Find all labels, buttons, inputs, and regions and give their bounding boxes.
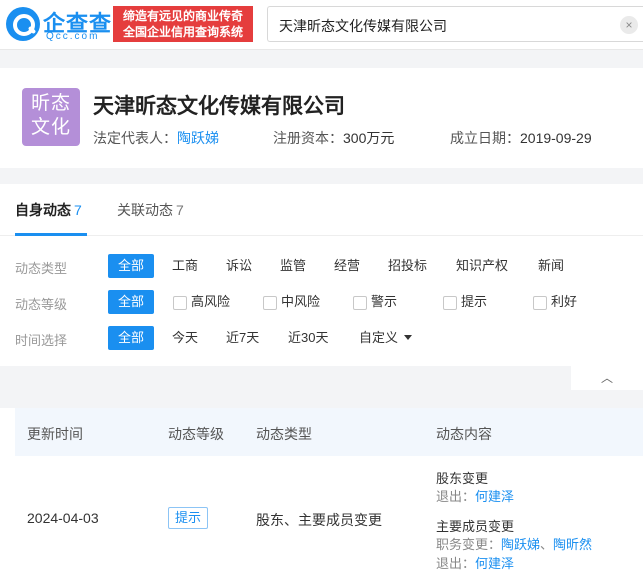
filter-level-label: 动态等级 [15,297,68,312]
col-type: 动态类型 [256,426,312,442]
search-input[interactable]: 天津昕态文化传媒有限公司 × [267,6,643,42]
tab-related-dynamics[interactable]: 关联动态 7 [117,200,184,220]
member-exit-person-link[interactable]: 何建泽 [475,556,514,571]
registered-capital: 注册资本：300万元 [273,128,394,148]
filter-time-label: 时间选择 [15,333,68,348]
clear-icon[interactable]: × [620,16,638,34]
type-option-ip[interactable]: 知识产权 [446,254,518,278]
filter-panel: 自身动态 7 关联动态 7 动态类型 全部 工商 诉讼 监管 经营 招投标 知识产权… [0,184,643,366]
content-member-exit: 退出：何建泽 [436,553,514,572]
slogan-banner: 缔造有远见的商业传奇 全国企业信用查询系统 [113,6,253,42]
top-header: 企查查 Qcc.com 缔造有远见的商业传奇 全国企业信用查询系统 天津昕态文化… [0,0,643,50]
tab-related-label: 关联动态 [117,202,173,218]
capital-label: 注册资本： [273,130,343,146]
company-card: 昕态 文化 天津昕态文化传媒有限公司 法定代表人：陶跃娣 注册资本：300万元 … [0,68,643,168]
type-option-regulation[interactable]: 监管 [270,254,316,278]
founded-label: 成立日期： [450,130,520,146]
row-date: 2024-04-03 [27,510,99,526]
slogan-line-1: 缔造有远见的商业传奇 [122,9,243,23]
type-option-bidding[interactable]: 招投标 [378,254,437,278]
slogan-line-2: 全国企业信用查询系统 [122,25,243,39]
time-option-custom[interactable]: 自定义 [349,326,422,350]
table-header: 更新时间 动态等级 动态类型 动态内容 [15,408,643,456]
time-option-7days[interactable]: 近7天 [216,326,269,350]
exit-person-link[interactable]: 何建泽 [475,489,514,504]
type-option-all[interactable]: 全部 [108,254,155,278]
col-level: 动态等级 [168,426,224,442]
level-checkbox-notice[interactable]: 提示 [443,290,487,314]
chevron-down-icon [404,335,413,340]
type-option-operation[interactable]: 经营 [324,254,370,278]
type-option-litigation[interactable]: 诉讼 [216,254,262,278]
founded-date: 成立日期：2019-09-29 [450,128,592,148]
tab-bar: 自身动态 7 关联动态 7 [0,184,643,236]
col-update-time: 更新时间 [27,426,83,442]
position-person-b-link[interactable]: 陶昕然 [553,537,592,552]
collapse-filters-icon[interactable]: ︿ [571,366,643,390]
search-value[interactable]: 天津昕态文化传媒有限公司 [279,16,447,36]
tab-related-count: 7 [176,202,184,218]
dynamics-table: 更新时间 动态等级 动态类型 动态内容 2024-04-03 提示 股东、主要成… [0,408,643,583]
company-avatar: 昕态 文化 [22,88,80,146]
avatar-line-1: 昕态 [30,93,71,114]
level-checkbox-high-risk[interactable]: 高风险 [173,290,230,314]
company-name[interactable]: 天津昕态文化传媒有限公司 [93,90,345,120]
type-option-business[interactable]: 工商 [162,254,208,278]
legal-representative: 法定代表人：陶跃娣 [93,128,219,148]
content-position-change: 职务变更：陶跃娣、陶昕然 [436,534,592,553]
time-option-30days[interactable]: 近30天 [278,326,338,350]
legal-rep-label: 法定代表人： [93,130,177,146]
legal-rep-link[interactable]: 陶跃娣 [177,130,219,146]
level-option-all[interactable]: 全部 [108,290,155,314]
capital-value: 300万元 [343,130,395,146]
magnifier-logo-icon [6,7,40,41]
content-shareholder-exit: 退出：何建泽 [436,486,514,505]
type-option-news[interactable]: 新闻 [528,254,574,278]
col-content: 动态内容 [436,426,492,442]
tab-self-count: 7 [74,202,82,218]
level-badge: 提示 [168,507,209,529]
avatar-line-2: 文化 [30,117,71,138]
tab-self-dynamics[interactable]: 自身动态 7 [15,200,82,220]
level-checkbox-warning[interactable]: 警示 [353,290,397,314]
filter-type-label: 动态类型 [15,261,68,276]
position-person-a-link[interactable]: 陶跃娣 [501,537,540,552]
content-shareholder-change-title: 股东变更 [436,471,489,486]
qcc-logo[interactable]: 企查查 Qcc.com [6,7,112,42]
content-member-change-title: 主要成员变更 [436,519,515,534]
time-option-custom-label: 自定义 [359,330,399,345]
founded-value: 2019-09-29 [520,130,592,146]
position-change-label: 职务变更： [436,537,502,552]
position-separator: 、 [540,537,554,552]
member-exit-label: 退出： [436,556,476,571]
time-option-today[interactable]: 今天 [162,326,208,350]
tab-self-label: 自身动态 [15,202,71,218]
level-checkbox-medium-risk[interactable]: 中风险 [263,290,320,314]
logo-domain: Qcc.com [46,31,100,42]
exit-label: 退出： [436,489,476,504]
level-checkbox-positive[interactable]: 利好 [533,290,577,314]
active-tab-indicator [15,233,87,236]
time-option-all[interactable]: 全部 [108,326,155,350]
row-type: 股东、主要成员变更 [256,512,382,528]
